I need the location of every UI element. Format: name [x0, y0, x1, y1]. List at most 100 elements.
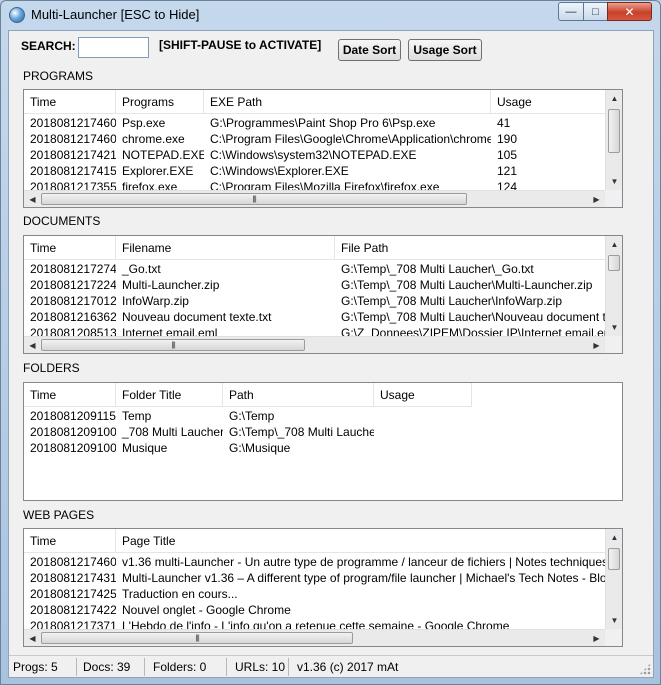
cell-folder-title: Temp: [122, 409, 152, 423]
maximize-button[interactable]: □: [583, 2, 608, 21]
scroll-right-arrow-icon[interactable]: ▶: [588, 630, 605, 646]
status-progs: Progs: 5: [9, 658, 77, 676]
programs-hscroll[interactable]: ◀ |||| ▶: [24, 190, 605, 207]
folders-col-time[interactable]: Time: [24, 383, 116, 407]
scroll-left-arrow-icon[interactable]: ◀: [24, 337, 41, 353]
cell-time: 20180812091001: [30, 441, 116, 455]
cell-exe-path: C:\Windows\system32\NOTEPAD.EXE: [210, 148, 417, 162]
cell-filename: InfoWarp.zip: [122, 294, 189, 308]
scroll-thumb[interactable]: [608, 109, 620, 153]
cell-folder-title: Musique: [122, 441, 168, 455]
cell-time: 20180812170129: [30, 294, 116, 308]
scroll-thumb[interactable]: ||||: [41, 632, 353, 644]
cell-time: 20180812174604: [30, 132, 116, 146]
status-urls: URLs: 10: [231, 658, 289, 676]
cell-path: G:\Musique: [229, 441, 291, 455]
status-bar: Progs: 5 Docs: 39 Folders: 0 URLs: 10 v1…: [9, 655, 653, 677]
cell-exe-path: C:\Windows\Explorer.EXE: [210, 164, 349, 178]
cell-file-path: G:\Temp\_708 Multi Laucher\_Go.txt: [341, 262, 534, 276]
scroll-left-arrow-icon[interactable]: ◀: [24, 630, 41, 646]
status-version: v1.36 (c) 2017 mAt: [297, 660, 399, 674]
webpages-label: WEB PAGES: [23, 508, 95, 522]
scroll-corner: [605, 336, 622, 353]
scroll-down-arrow-icon[interactable]: ▼: [606, 173, 622, 190]
status-docs: Docs: 39: [79, 658, 145, 676]
cell-program: Psp.exe: [122, 116, 166, 130]
scroll-up-arrow-icon[interactable]: ▲: [606, 529, 622, 546]
cell-program: NOTEPAD.EXE: [122, 148, 204, 162]
cell-time: 20180812091003: [30, 425, 116, 439]
scroll-thumb[interactable]: [608, 255, 620, 271]
title-bar[interactable]: Multi-Launcher [ESC to Hide] — □ ✕: [1, 1, 660, 29]
scroll-up-arrow-icon[interactable]: ▲: [606, 90, 622, 107]
scroll-right-arrow-icon[interactable]: ▶: [588, 337, 605, 353]
documents-col-time[interactable]: Time: [24, 236, 116, 260]
cell-time: 20180812174250: [30, 587, 116, 601]
scroll-down-arrow-icon[interactable]: ▼: [606, 319, 622, 336]
documents-list[interactable]: Time Filename File Path 20180812172740 _…: [23, 235, 623, 354]
cell-usage: 121: [497, 164, 518, 178]
cell-page-title: Traduction en cours...: [122, 587, 238, 601]
webpages-list[interactable]: Time Page Title 20180812174604 v1.36 mul…: [23, 528, 623, 647]
cell-file-path: G:\Temp\_708 Multi Laucher\Multi-Launche…: [341, 278, 593, 292]
cell-time: 20180812163626: [30, 310, 116, 324]
resize-grip-icon[interactable]: [639, 663, 651, 675]
cell-usage: [374, 424, 472, 440]
cell-usage: 41: [497, 116, 511, 130]
documents-vscroll[interactable]: ▲ ▼: [605, 236, 622, 336]
app-window: Multi-Launcher [ESC to Hide] — □ ✕ SEARC…: [0, 0, 661, 685]
programs-vscroll[interactable]: ▲ ▼: [605, 90, 622, 190]
status-folders: Folders: 0: [149, 658, 227, 676]
webpages-hscroll[interactable]: ◀ |||| ▶: [24, 629, 605, 646]
documents-header: Time Filename File Path: [24, 236, 607, 260]
documents-col-file-path[interactable]: File Path: [335, 236, 607, 260]
scroll-thumb[interactable]: [608, 548, 620, 570]
client-area: SEARCH: [SHIFT-PAUSE to ACTIVATE] Date S…: [8, 30, 654, 678]
scroll-thumb[interactable]: ||||: [41, 339, 305, 351]
scroll-thumb[interactable]: ||||: [41, 193, 467, 205]
folders-col-path[interactable]: Path: [223, 383, 374, 407]
programs-list[interactable]: Time Programs EXE Path Usage 20180812174…: [23, 89, 623, 208]
scroll-down-arrow-icon[interactable]: ▼: [606, 612, 622, 629]
cell-time: 20180812174223: [30, 603, 116, 617]
date-sort-button[interactable]: Date Sort: [338, 39, 401, 61]
cell-time: 20180812091153: [30, 409, 116, 423]
programs-col-programs[interactable]: Programs: [116, 90, 204, 114]
scroll-right-arrow-icon[interactable]: ▶: [588, 191, 605, 207]
scroll-up-arrow-icon[interactable]: ▲: [606, 236, 622, 253]
cell-time: 20180812174313: [30, 571, 116, 585]
cell-usage: 190: [497, 132, 518, 146]
window-title: Multi-Launcher [ESC to Hide]: [31, 7, 200, 22]
folders-col-usage[interactable]: Usage: [374, 383, 472, 407]
programs-col-usage[interactable]: Usage: [491, 90, 607, 114]
programs-col-exe-path[interactable]: EXE Path: [204, 90, 491, 114]
folders-list[interactable]: Time Folder Title Path Usage 20180812091…: [23, 382, 623, 501]
search-label: SEARCH:: [21, 39, 76, 53]
folders-col-folder-title[interactable]: Folder Title: [116, 383, 223, 407]
scroll-left-arrow-icon[interactable]: ◀: [24, 191, 41, 207]
usage-sort-button[interactable]: Usage Sort: [408, 39, 482, 61]
programs-col-time[interactable]: Time: [24, 90, 116, 114]
documents-col-filename[interactable]: Filename: [116, 236, 335, 260]
cell-program: Explorer.EXE: [122, 164, 194, 178]
webpages-vscroll[interactable]: ▲ ▼: [605, 529, 622, 629]
minimize-button[interactable]: —: [558, 2, 584, 21]
webpages-col-page-title[interactable]: Page Title: [116, 529, 607, 553]
folders-header: Time Folder Title Path Usage: [24, 383, 472, 407]
close-button[interactable]: ✕: [607, 2, 652, 21]
documents-hscroll[interactable]: ◀ |||| ▶: [24, 336, 605, 353]
programs-label: PROGRAMS: [23, 69, 94, 83]
webpages-col-time[interactable]: Time: [24, 529, 116, 553]
cell-usage: [374, 408, 472, 424]
cell-usage: 105: [497, 148, 518, 162]
cell-filename: Nouveau document texte.txt: [122, 310, 272, 324]
cell-page-title: Multi-Launcher v1.36 – A different type …: [122, 571, 607, 585]
cell-file-path: G:\Temp\_708 Multi Laucher\InfoWarp.zip: [341, 294, 562, 308]
cell-usage: [374, 440, 472, 456]
scroll-corner: [605, 190, 622, 207]
cell-time: 20180812172240: [30, 278, 116, 292]
search-input[interactable]: [78, 37, 149, 58]
app-globe-icon: [9, 7, 25, 23]
cell-folder-title: _708 Multi Laucher.: [122, 425, 223, 439]
programs-header: Time Programs EXE Path Usage: [24, 90, 607, 114]
